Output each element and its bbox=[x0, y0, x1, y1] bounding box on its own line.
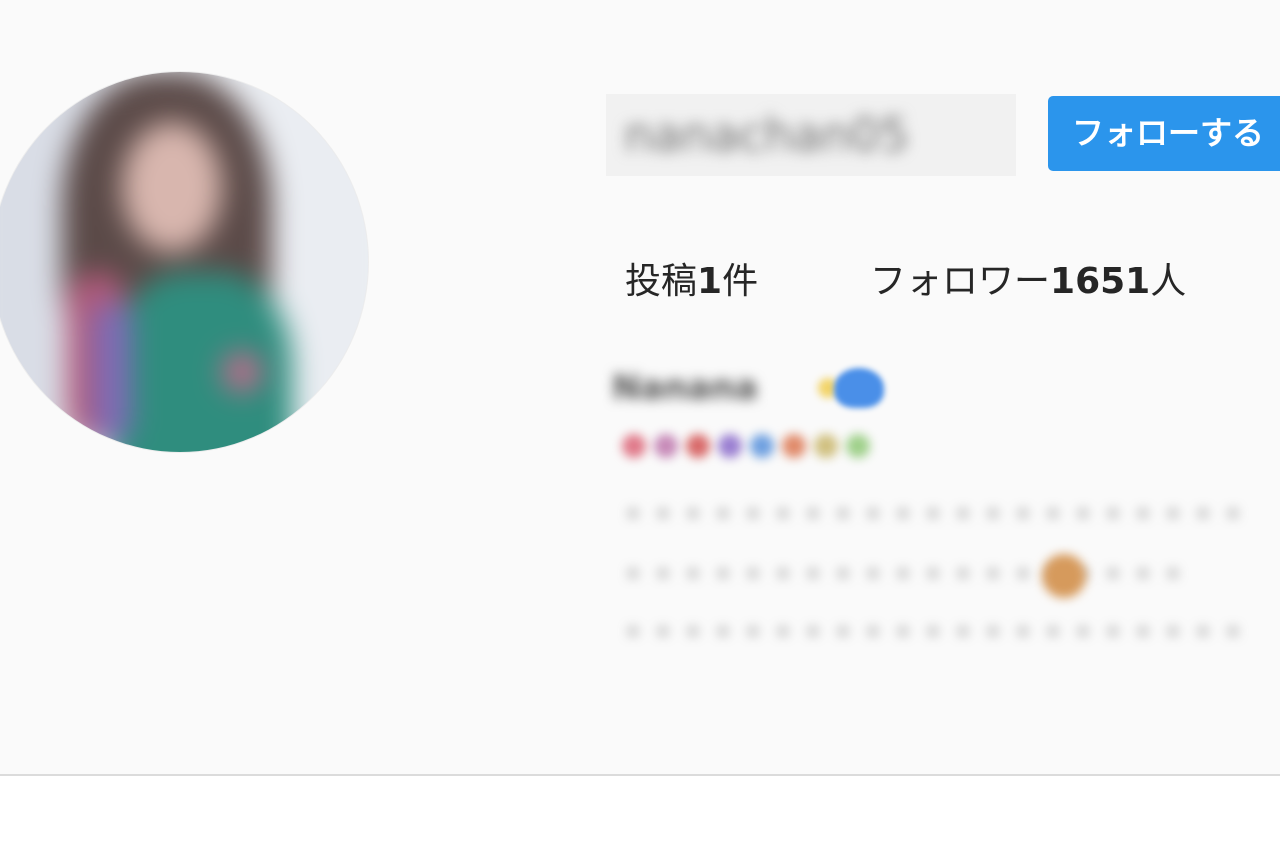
bio-line: ・・・・・・・・・・・・・・・・・・・・・ bbox=[618, 616, 1248, 651]
bio-line: ・・・・・・・・・・・・・・・・・・・・・ bbox=[618, 498, 1248, 533]
posts-label: 投稿 bbox=[625, 261, 698, 302]
posts-count: 1 bbox=[697, 261, 723, 302]
bio-line: ・・・・・・・・・・・・・・・・・・・ bbox=[618, 558, 1188, 593]
followers-count: 1651 bbox=[1050, 261, 1151, 302]
posts-count-stat[interactable]: 投稿1件 bbox=[625, 252, 758, 304]
content-area bbox=[0, 776, 1280, 854]
profile-bio-blurred: Nanana ・・・・・・・・・・・・・・・・・・・・・ ・・・・・・・・・・・… bbox=[612, 368, 1280, 668]
avatar-photo-blurred bbox=[0, 72, 368, 452]
username-text: nanachan05 bbox=[624, 108, 910, 162]
followers-count-stat[interactable]: フォロワー1651人 bbox=[870, 252, 1186, 304]
follow-button[interactable]: フォローする bbox=[1048, 96, 1280, 171]
face-emoji-icon bbox=[1042, 554, 1086, 598]
followers-suffix: 人 bbox=[1150, 261, 1187, 302]
profile-avatar[interactable] bbox=[0, 72, 368, 452]
bio-emoji-row bbox=[622, 434, 870, 464]
username-blurred: nanachan05 bbox=[606, 94, 1016, 176]
profile-header: nanachan05 フォローする 投稿1件 フォロワー1651人 Nanana… bbox=[0, 0, 1280, 774]
followers-label: フォロワー bbox=[870, 261, 1051, 302]
blue-heart-icon bbox=[834, 368, 884, 408]
posts-suffix: 件 bbox=[722, 261, 759, 302]
bio-display-name: Nanana bbox=[612, 368, 758, 408]
